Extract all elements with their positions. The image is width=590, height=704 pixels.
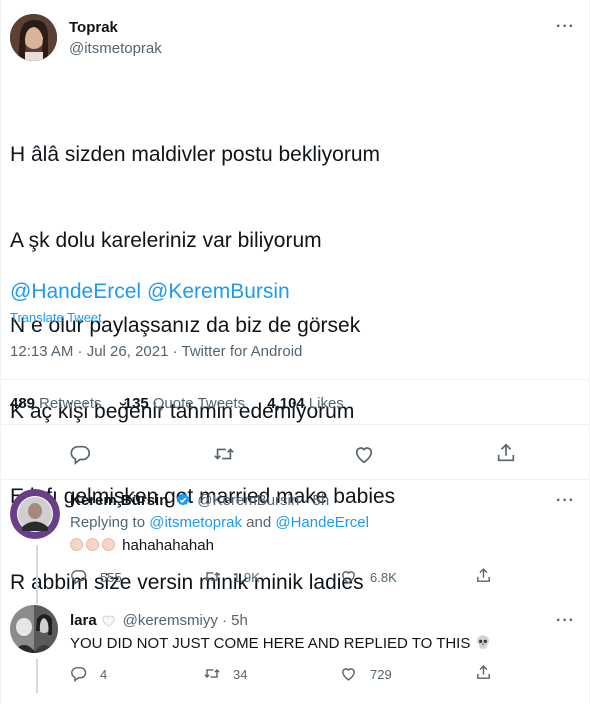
reply-author-name[interactable]: lara (70, 612, 97, 629)
reply-author-handle[interactable]: @KeremBursin · 5h (197, 492, 329, 509)
author-name[interactable]: Toprak (69, 19, 118, 36)
reply-icon[interactable] (70, 568, 87, 585)
skull-emoji-icon (475, 634, 491, 654)
divider (0, 379, 590, 380)
replying-prefix: Replying to (70, 514, 146, 531)
quotes-label: Quote Tweets (152, 395, 246, 412)
reply-text-content: hahahahahah (122, 537, 214, 554)
author-avatar[interactable] (10, 14, 57, 61)
tweet-timestamp[interactable]: 12:13 AM · Jul 26, 2021 · Twitter for An… (10, 343, 302, 360)
reply-icon[interactable] (70, 665, 87, 682)
clap-emoji-icon (70, 538, 83, 551)
like-icon[interactable] (340, 665, 357, 682)
reply-text-content: YOU DID NOT JUST COME HERE AND REPLIED T… (70, 635, 471, 652)
reply-text: hahahahahah (70, 537, 214, 554)
more-icon[interactable]: ··· (556, 18, 575, 36)
tweet-mentions: @HandeErcel @KeremBursin (10, 280, 296, 304)
share-icon[interactable] (475, 664, 492, 681)
reply-avatar[interactable] (10, 605, 58, 653)
retweet-count: 34 (233, 667, 248, 682)
retweet-icon[interactable] (212, 443, 236, 465)
quotes-count: 135 (123, 395, 149, 412)
reply-text: YOU DID NOT JUST COME HERE AND REPLIED T… (70, 634, 491, 654)
reply-avatar[interactable] (10, 489, 60, 539)
tweet-stats: 489 Retweets 135 Quote Tweets 4,104 Likes (10, 395, 362, 412)
retweets-count: 489 (10, 395, 36, 412)
replying-to: Replying to @itsmetoprak and @HandeErcel (70, 514, 369, 531)
replying-and: and (246, 514, 272, 531)
verified-badge-icon (175, 492, 191, 513)
mention-link[interactable]: @KeremBursin (147, 280, 290, 303)
likes-label: Likes (308, 395, 344, 412)
like-count: 6.8K (370, 570, 397, 585)
reply-count: 4 (100, 667, 108, 682)
reply-header: Kerem Bürsin @KeremBursin · 5h (70, 492, 329, 513)
retweet-icon[interactable] (203, 568, 221, 585)
translate-tweet-link[interactable]: Translate Tweet (10, 310, 102, 325)
clap-emoji-icon (86, 538, 99, 551)
heart-emoji-icon (101, 613, 116, 632)
replying-user-link[interactable]: @HandeErcel (275, 514, 369, 531)
divider (0, 424, 590, 425)
share-icon[interactable] (475, 567, 492, 584)
quote-tweets-stat[interactable]: 135 Quote Tweets (124, 395, 245, 412)
clap-emoji-icon (102, 538, 115, 551)
like-icon[interactable] (353, 443, 375, 465)
reply-header: lara @keremsmiyy · 5h (70, 612, 248, 632)
tweet-line: A şk dolu kareleriniz var biliyorum (10, 228, 322, 252)
reply-icon[interactable] (69, 443, 91, 465)
thread-line (36, 590, 38, 604)
more-icon[interactable]: ··· (556, 612, 575, 630)
likes-count: 4,104 (267, 395, 305, 412)
retweet-icon[interactable] (203, 665, 221, 682)
likes-stat[interactable]: 4,104 Likes (267, 395, 344, 412)
reply-author-name[interactable]: Kerem Bürsin (70, 492, 168, 509)
reply-count: 555 (100, 570, 122, 585)
author-handle[interactable]: @itsmetoprak (69, 40, 162, 57)
like-icon[interactable] (340, 568, 357, 585)
retweet-count: 1.9K (233, 570, 260, 585)
divider (0, 479, 590, 480)
replying-user-link[interactable]: @itsmetoprak (149, 514, 242, 531)
share-icon[interactable] (495, 442, 517, 464)
thread-line (36, 545, 38, 589)
retweets-label: Retweets (39, 395, 102, 412)
like-count: 729 (370, 667, 392, 682)
more-icon[interactable]: ··· (556, 492, 575, 510)
tweet-line: H âlâ sizden maldivler postu bekliyorum (10, 143, 380, 166)
reply-author-handle[interactable]: @keremsmiyy · 5h (123, 612, 248, 629)
retweets-stat[interactable]: 489 Retweets (10, 395, 102, 412)
thread-line (36, 659, 38, 693)
mention-link[interactable]: @HandeErcel (10, 280, 141, 303)
